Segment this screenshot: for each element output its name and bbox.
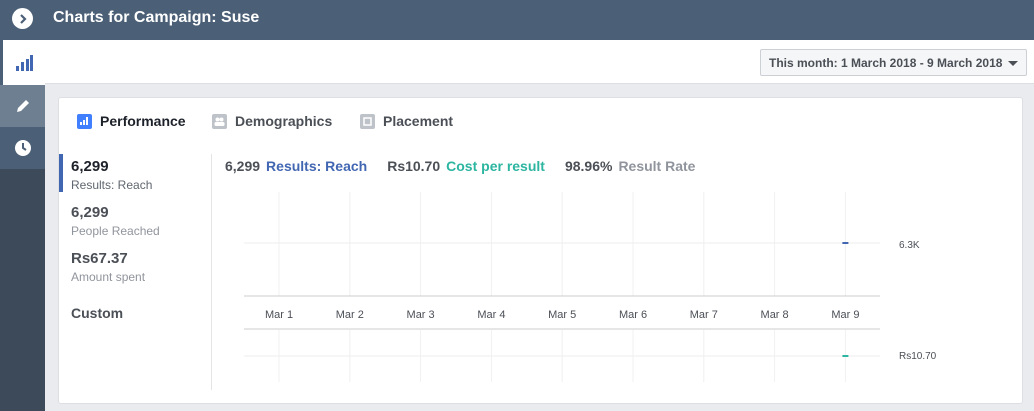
chevron-right-icon xyxy=(19,13,27,24)
summary-reach-label: Results: Reach xyxy=(266,158,368,174)
tab-performance[interactable]: Performance xyxy=(77,111,186,131)
bar-chart-icon xyxy=(16,54,33,71)
people-icon xyxy=(212,113,227,129)
edit-nav-button[interactable] xyxy=(0,85,45,127)
metric-label: Amount spent xyxy=(71,270,146,284)
metrics-panel: 6,299 Results: Reach 6,299 People Reache… xyxy=(59,154,212,390)
expand-panel-button[interactable] xyxy=(12,8,33,29)
charts-nav-button[interactable] xyxy=(0,40,45,85)
chart-summary: 6,299 Results: Reach Rs10.70 Cost per re… xyxy=(225,158,701,174)
metric-label: People Reached xyxy=(71,224,160,238)
tab-placement[interactable]: Placement xyxy=(360,111,453,131)
metric-label: Results: Reach xyxy=(71,178,153,192)
metric-value: 6,299 xyxy=(71,204,109,221)
tab-label: Placement xyxy=(383,113,454,129)
caret-down-icon xyxy=(1008,61,1018,66)
history-nav-button[interactable] xyxy=(0,127,45,169)
summary-rate-label: Result Rate xyxy=(618,158,696,174)
metric-value: 6,299 xyxy=(71,158,109,175)
tab-label: Performance xyxy=(100,113,186,129)
metric-results-reach[interactable]: 6,299 Results: Reach xyxy=(71,158,152,192)
page-title: Charts for Campaign: Suse xyxy=(53,9,260,26)
placement-icon xyxy=(360,113,375,129)
summary-reach-value: 6,299 xyxy=(225,158,261,174)
tab-label: Demographics xyxy=(235,113,333,129)
clock-icon xyxy=(14,140,31,156)
metric-people-reached[interactable]: 6,299 People Reached xyxy=(71,204,160,238)
summary-cost-value: Rs10.70 xyxy=(387,158,441,174)
date-range-dropdown[interactable]: This month: 1 March 2018 - 9 March 2018 xyxy=(760,49,1027,76)
metric-value: Rs67.37 xyxy=(71,250,128,267)
pencil-icon xyxy=(16,100,29,112)
left-rail xyxy=(0,40,45,411)
bar-chart-icon xyxy=(77,113,92,129)
metric-custom-button[interactable]: Custom xyxy=(71,305,123,321)
summary-cost-label: Cost per result xyxy=(446,158,545,174)
charts-card: Performance Demographics Placement 6,299… xyxy=(58,97,1023,404)
date-range-label: This month: 1 March 2018 - 9 March 2018 xyxy=(769,55,1003,70)
summary-rate-value: 98.96% xyxy=(564,158,613,174)
top-bar: Charts for Campaign: Suse xyxy=(0,0,1034,40)
metric-selected-indicator xyxy=(59,154,63,192)
tab-demographics[interactable]: Demographics xyxy=(212,111,332,131)
metric-amount-spent[interactable]: Rs67.37 Amount spent xyxy=(71,250,145,284)
